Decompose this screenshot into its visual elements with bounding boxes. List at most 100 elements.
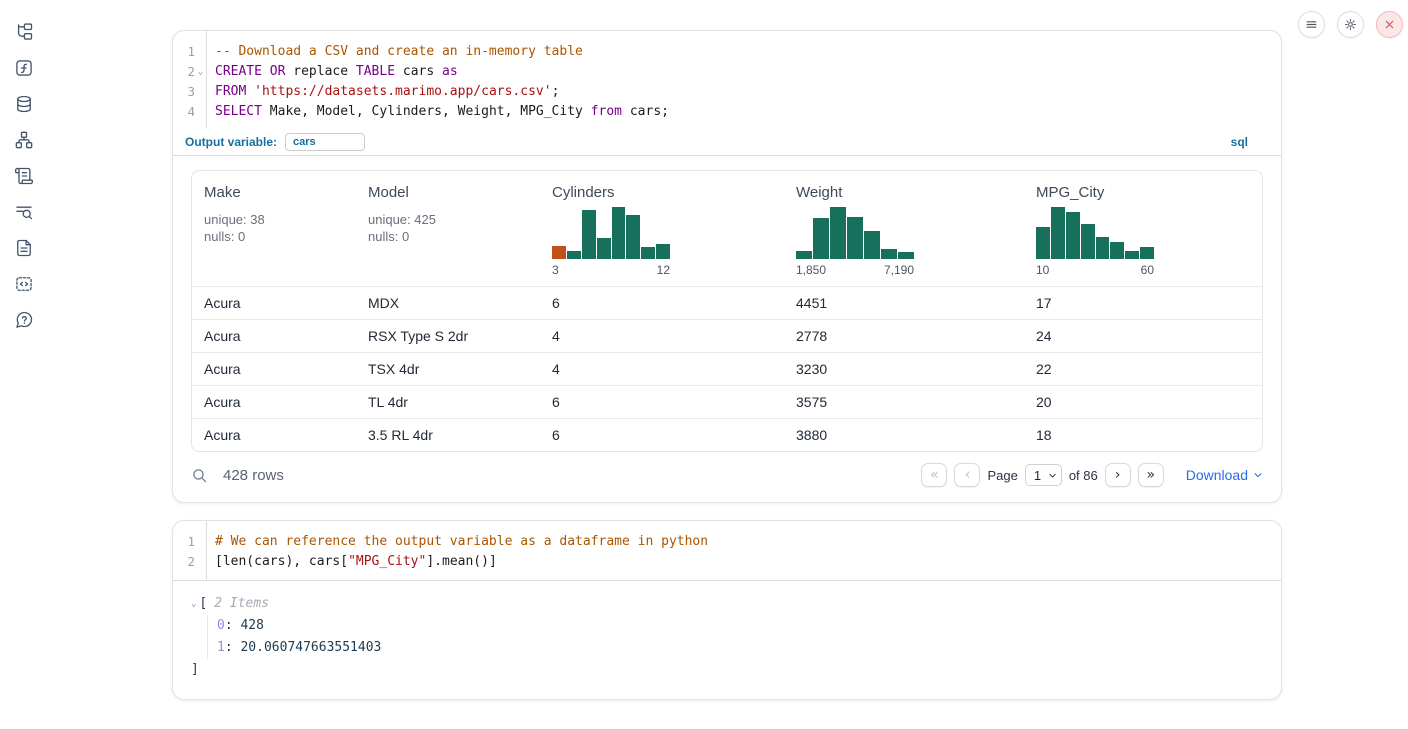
table-cell: TSX 4dr <box>356 361 540 377</box>
column-title[interactable]: Model <box>368 184 540 201</box>
python-code-editor[interactable]: 1# We can reference the output variable … <box>173 521 1281 581</box>
column-title[interactable]: Weight <box>796 184 1024 201</box>
collapse-chevron-icon[interactable]: ⌄ <box>191 593 196 615</box>
table-cell: 24 <box>1024 328 1262 344</box>
line-gutter: 2 <box>173 552 206 572</box>
search-icon[interactable] <box>191 467 208 484</box>
page-select[interactable]: 1 <box>1025 464 1062 486</box>
table-cell: 4 <box>540 328 784 344</box>
histogram-bar <box>1125 251 1139 259</box>
line-gutter: 3 <box>173 82 206 102</box>
settings-button[interactable] <box>1337 11 1364 38</box>
python-output-tree: ⌄ [ 2 Items 0: 4281: 20.060747663551403 … <box>173 581 1281 699</box>
download-button[interactable]: Download <box>1186 467 1263 483</box>
prev-page-button[interactable]: ‹ <box>954 463 980 487</box>
table-cell: Acura <box>192 295 356 311</box>
scroll-icon[interactable] <box>14 166 34 186</box>
code-text: SELECT Make, Model, Cylinders, Weight, M… <box>206 102 669 122</box>
histogram-bar <box>582 210 596 259</box>
code-line[interactable]: 3FROM 'https://datasets.marimo.app/cars.… <box>173 82 1281 102</box>
histogram-bar <box>1081 224 1095 259</box>
table-cell: 20 <box>1024 394 1262 410</box>
histogram-bars[interactable] <box>552 207 670 259</box>
pagination: « ‹ Page 1 of 86 › » Download <box>921 463 1263 487</box>
window-controls <box>1298 11 1403 38</box>
histogram-bar <box>1036 227 1050 259</box>
code-line[interactable]: 1 -- Download a CSV and create an in-memo… <box>173 42 1281 62</box>
table-row[interactable]: AcuraTSX 4dr4323022 <box>192 352 1262 385</box>
logs-search-icon[interactable] <box>14 202 34 222</box>
table-cell: 3880 <box>784 427 1024 443</box>
code-line[interactable]: 4 SELECT Make, Model, Cylinders, Weight, … <box>173 102 1281 122</box>
column-histogram: 3 12 <box>552 207 670 277</box>
close-button[interactable] <box>1376 11 1403 38</box>
histogram-bars[interactable] <box>796 207 914 259</box>
menu-button[interactable] <box>1298 11 1325 38</box>
histogram-bar <box>813 218 829 259</box>
line-number: 1 <box>187 42 195 62</box>
sidebar <box>0 0 48 729</box>
axis-min-label: 1,850 <box>796 263 826 277</box>
column-title[interactable]: Cylinders <box>552 184 784 201</box>
dependency-graph-icon[interactable] <box>14 130 34 150</box>
table-cell: 4 <box>540 361 784 377</box>
line-gutter: 2⌄ <box>173 62 206 82</box>
document-icon[interactable] <box>14 238 34 258</box>
table-cell: 3230 <box>784 361 1024 377</box>
language-badge: sql <box>1231 135 1248 149</box>
code-line[interactable]: 1# We can reference the output variable … <box>173 532 1281 552</box>
table-footer: 428 rows « ‹ Page 1 of 86 › » Download <box>173 452 1281 502</box>
histogram-bar <box>612 207 626 259</box>
snippets-icon[interactable] <box>14 274 34 294</box>
line-gutter: 4 <box>173 102 206 122</box>
next-page-button[interactable]: › <box>1105 463 1131 487</box>
column-title[interactable]: MPG_City <box>1036 184 1262 201</box>
first-page-button[interactable]: « <box>921 463 947 487</box>
gear-icon <box>1344 18 1357 31</box>
code-line[interactable]: 2[len(cars), cars["MPG_City"].mean()] <box>173 552 1281 572</box>
table-row[interactable]: AcuraMDX6445117 <box>192 286 1262 319</box>
table-cell: 17 <box>1024 295 1262 311</box>
last-page-button[interactable]: » <box>1138 463 1164 487</box>
line-number: 4 <box>187 102 195 122</box>
axis-max-label: 12 <box>657 263 670 277</box>
table-cell: 3.5 RL 4dr <box>356 427 540 443</box>
row-count: 428 rows <box>223 467 284 484</box>
column-title[interactable]: Make <box>204 184 356 201</box>
column-stats: unique: 425nulls: 0 <box>368 211 540 245</box>
fold-chevron-icon[interactable]: ⌄ <box>195 62 206 82</box>
output-variable-input[interactable] <box>285 133 365 151</box>
table-cell: 6 <box>540 394 784 410</box>
table-cell: 4451 <box>784 295 1024 311</box>
python-cell: 1# We can reference the output variable … <box>172 520 1282 700</box>
output-variable-label: Output variable: <box>185 135 277 149</box>
page-select-value: 1 <box>1034 468 1041 483</box>
code-text: -- Download a CSV and create an in-memor… <box>206 42 583 62</box>
help-icon[interactable] <box>14 310 34 330</box>
database-icon[interactable] <box>14 94 34 114</box>
tree-entry: 1: 20.060747663551403 <box>217 637 1263 659</box>
histogram-bars[interactable] <box>1036 207 1154 259</box>
histogram-bar <box>1096 237 1110 259</box>
table-cell: Acura <box>192 427 356 443</box>
function-icon[interactable] <box>14 58 34 78</box>
sql-code-editor[interactable]: 1 -- Download a CSV and create an in-memo… <box>173 31 1281 128</box>
histogram-bar <box>1066 212 1080 259</box>
column-histogram: 1,8507,190 <box>796 207 914 277</box>
file-tree-icon[interactable] <box>14 22 34 42</box>
code-line[interactable]: 2⌄CREATE OR replace TABLE cars as <box>173 62 1281 82</box>
table-row[interactable]: AcuraRSX Type S 2dr4277824 <box>192 319 1262 352</box>
column-histogram: 1060 <box>1036 207 1154 277</box>
histogram-bar <box>1110 242 1124 259</box>
table-row[interactable]: Acura3.5 RL 4dr6388018 <box>192 418 1262 451</box>
axis-min-label: 3 <box>552 263 559 277</box>
sql-cell: 1 -- Download a CSV and create an in-memo… <box>172 30 1282 503</box>
tree-entry-value: : 428 <box>225 618 264 633</box>
table-row[interactable]: AcuraTL 4dr6357520 <box>192 385 1262 418</box>
table-output-area: Makeunique: 38nulls: 0Modelunique: 425nu… <box>173 156 1281 452</box>
table-cell: MDX <box>356 295 540 311</box>
line-number: 3 <box>187 82 195 102</box>
axis-max-label: 60 <box>1141 263 1154 277</box>
code-text: CREATE OR replace TABLE cars as <box>206 62 458 82</box>
table-cell: 18 <box>1024 427 1262 443</box>
